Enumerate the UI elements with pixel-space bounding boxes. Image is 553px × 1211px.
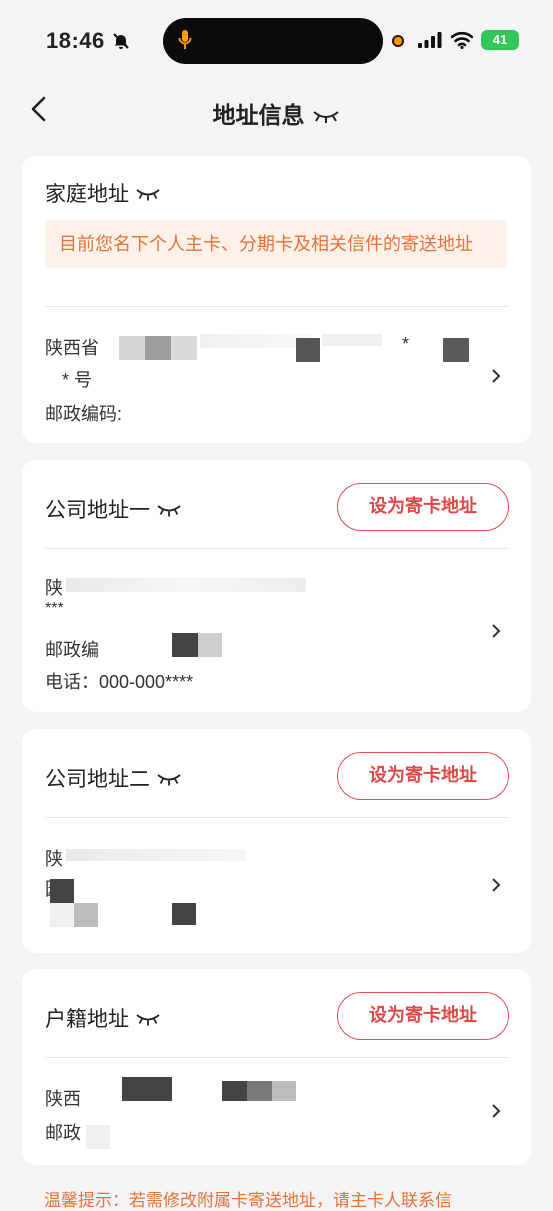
set-mailing-address-button[interactable]: 设为寄卡地址 bbox=[337, 483, 509, 531]
status-time: 18:46 bbox=[46, 28, 105, 53]
mic-icon bbox=[178, 30, 192, 49]
company1-postal-label: 邮政编 bbox=[45, 640, 99, 660]
redacted-block bbox=[74, 903, 98, 927]
chevron-right-icon[interactable] bbox=[491, 623, 501, 639]
redacted-block bbox=[198, 633, 222, 657]
home-address-line1: 陕西省 bbox=[45, 338, 99, 358]
company1-phone: 电话：000-000**** bbox=[45, 672, 194, 692]
home-address-title: 家庭地址 bbox=[45, 178, 161, 208]
mailing-notice: 目前您名下个人主卡、分期卡及相关信件的寄送地址 bbox=[45, 220, 507, 268]
home-address-line2: * 号 bbox=[62, 370, 93, 390]
household-address-title-text: 户籍地址 bbox=[45, 1008, 129, 1031]
redacted-block bbox=[272, 1081, 296, 1101]
redacted-block bbox=[172, 903, 196, 925]
redacted-block bbox=[172, 633, 198, 657]
company-address-1-title: 公司地址一 bbox=[45, 494, 182, 524]
eye-closed-icon[interactable] bbox=[156, 504, 182, 518]
company1-address-line1: 陕 bbox=[45, 578, 63, 598]
divider bbox=[45, 1057, 508, 1058]
company-address-2-card: 公司地址二 设为寄卡地址 陕 园 bbox=[22, 729, 531, 953]
chevron-right-icon[interactable] bbox=[491, 1103, 501, 1119]
household-address-card: 户籍地址 设为寄卡地址 陕西 邮政 bbox=[22, 969, 531, 1165]
chevron-right-icon[interactable] bbox=[491, 368, 501, 384]
battery-icon: 41 bbox=[481, 30, 519, 50]
company2-address-line1: 陕 bbox=[45, 849, 63, 869]
footer-tip: 温馨提示：若需修改附属卡寄送地址，请主卡人联系信 bbox=[44, 1191, 452, 1210]
redacted-text bbox=[322, 334, 382, 346]
page-title: 地址信息 bbox=[0, 96, 553, 130]
home-address-title-text: 家庭地址 bbox=[45, 183, 129, 206]
company-address-2-title: 公司地址二 bbox=[45, 763, 182, 793]
company-address-2-title-text: 公司地址二 bbox=[45, 768, 150, 791]
redacted-block bbox=[222, 1081, 247, 1101]
eye-closed-icon[interactable] bbox=[311, 109, 341, 125]
redacted-text bbox=[200, 334, 310, 348]
chevron-right-icon[interactable] bbox=[491, 877, 501, 893]
status-bar: 18:46 41 bbox=[0, 0, 553, 80]
wifi-icon bbox=[451, 31, 473, 49]
redacted-block bbox=[122, 1077, 172, 1101]
company-address-1-title-text: 公司地址一 bbox=[45, 499, 150, 522]
eye-closed-icon[interactable] bbox=[135, 1013, 161, 1027]
divider bbox=[45, 548, 508, 549]
eye-closed-icon[interactable] bbox=[156, 773, 182, 787]
divider bbox=[45, 817, 508, 818]
redacted-block bbox=[247, 1081, 272, 1101]
page-title-text: 地址信息 bbox=[212, 102, 305, 128]
dynamic-island bbox=[163, 18, 383, 64]
redacted-block bbox=[443, 338, 469, 362]
eye-closed-icon[interactable] bbox=[135, 188, 161, 202]
set-mailing-address-button[interactable]: 设为寄卡地址 bbox=[337, 752, 509, 800]
redacted-block bbox=[50, 879, 74, 903]
set-mailing-address-button[interactable]: 设为寄卡地址 bbox=[337, 992, 509, 1040]
redacted-text bbox=[66, 849, 246, 861]
redacted-block bbox=[145, 336, 171, 360]
company-address-1-card: 公司地址一 设为寄卡地址 陕 *** 邮政编 电话：000-000**** bbox=[22, 460, 531, 712]
redacted-block bbox=[86, 1125, 110, 1149]
nav-bar: 地址信息 bbox=[0, 82, 553, 138]
home-address-line1-tail: * bbox=[402, 334, 410, 354]
bell-slash-icon bbox=[113, 33, 129, 49]
redacted-block bbox=[296, 338, 320, 362]
redacted-text bbox=[66, 578, 306, 592]
recording-indicator bbox=[392, 35, 404, 47]
redacted-block bbox=[171, 336, 197, 360]
company1-address-line2: *** bbox=[45, 600, 64, 617]
household-address-line1: 陕西 bbox=[45, 1089, 81, 1109]
household-postal-label: 邮政 bbox=[45, 1123, 81, 1143]
redacted-block bbox=[119, 336, 145, 360]
redacted-block bbox=[50, 903, 74, 927]
divider bbox=[45, 306, 508, 307]
household-address-title: 户籍地址 bbox=[45, 1003, 161, 1033]
home-postal-label: 邮政编码: bbox=[45, 404, 123, 424]
home-address-card: 家庭地址 目前您名下个人主卡、分期卡及相关信件的寄送地址 陕西省 * * 号 邮… bbox=[22, 156, 531, 443]
cellular-signal-icon bbox=[418, 32, 442, 48]
